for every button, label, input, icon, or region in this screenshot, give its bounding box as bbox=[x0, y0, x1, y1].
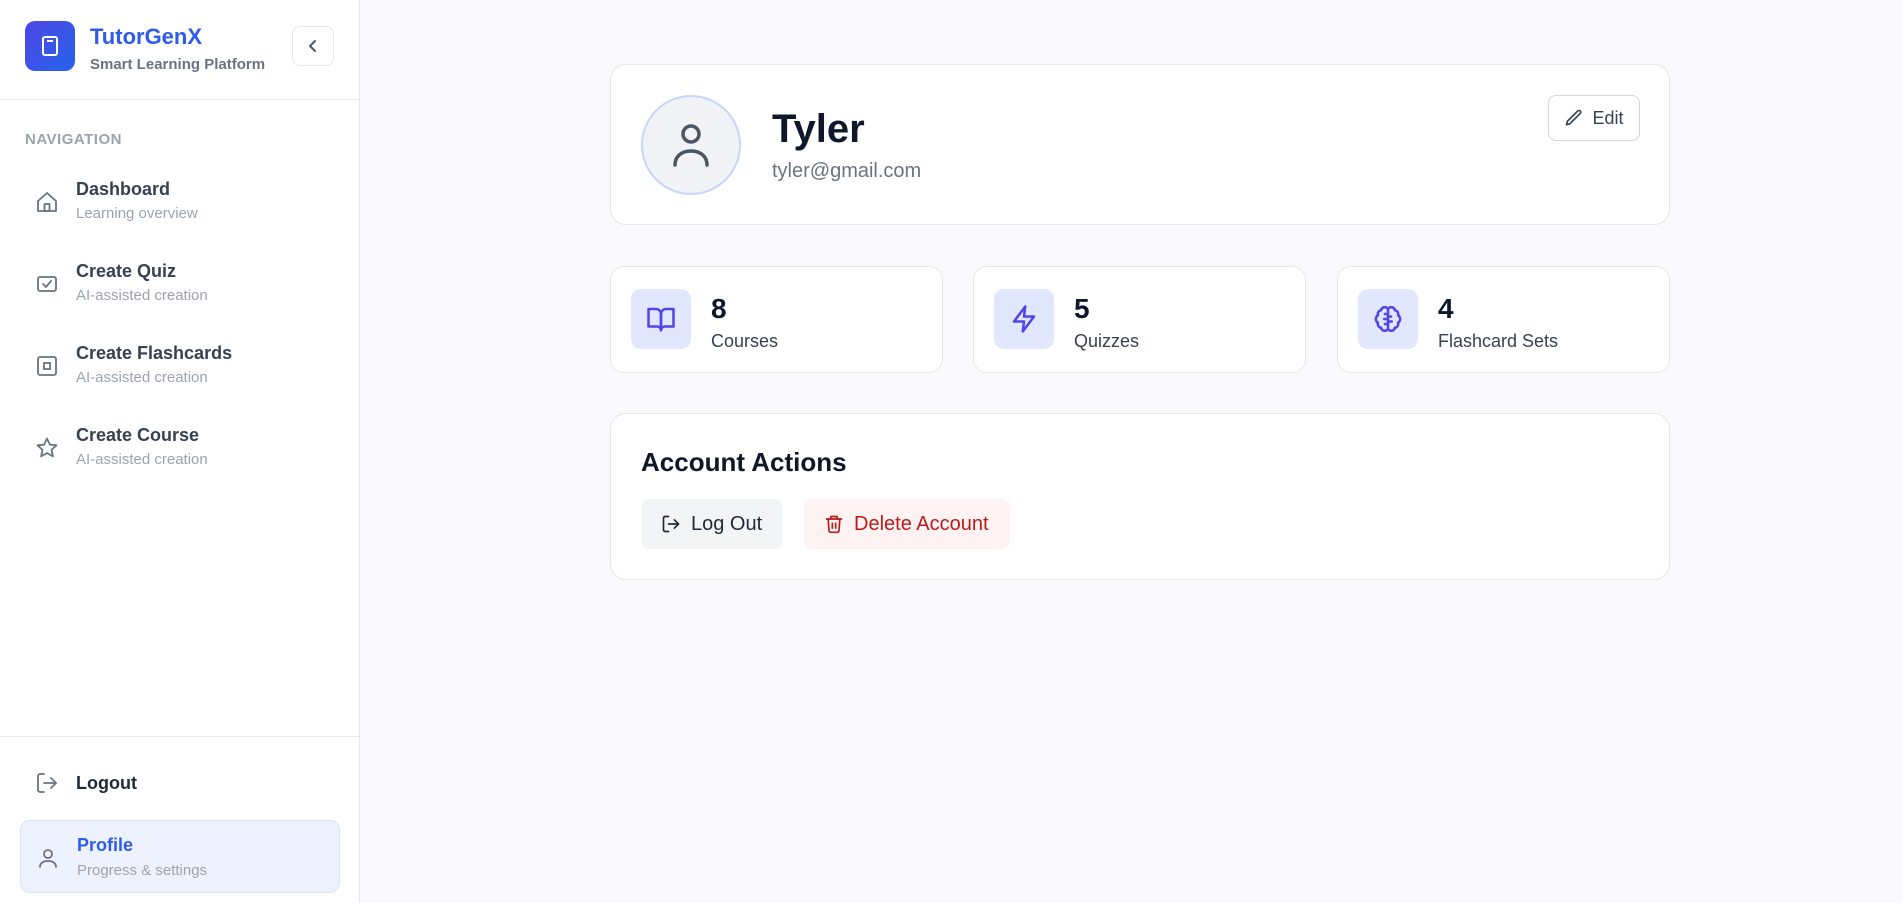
book-icon bbox=[631, 289, 691, 349]
user-icon bbox=[673, 124, 709, 167]
home-icon bbox=[34, 189, 60, 215]
brand-header: TutorGenX Smart Learning Platform bbox=[0, 0, 359, 100]
sidebar-item-create-flashcards[interactable]: Create Flashcards AI-assisted creation bbox=[20, 331, 340, 401]
log-out-label: Log Out bbox=[691, 512, 763, 535]
user-email: tyler@gmail.com bbox=[772, 160, 922, 182]
sidebar-item-label: Create Course bbox=[76, 425, 200, 445]
sidebar-item-label: Dashboard bbox=[76, 179, 171, 199]
sidebar-item-profile[interactable]: Profile Progress & settings bbox=[20, 820, 340, 893]
stat-label: Courses bbox=[711, 331, 779, 351]
sidebar-item-label: Profile bbox=[77, 835, 134, 855]
collapse-sidebar-button[interactable] bbox=[292, 26, 334, 66]
user-name: Tyler bbox=[772, 107, 865, 151]
avatar bbox=[641, 95, 741, 195]
lightning-icon bbox=[994, 289, 1054, 349]
delete-account-button[interactable]: Delete Account bbox=[804, 499, 1010, 549]
logout-icon bbox=[662, 515, 680, 533]
sidebar-divider bbox=[0, 736, 360, 737]
sidebar-item-sub: Progress & settings bbox=[77, 862, 208, 879]
sidebar-item-create-course[interactable]: Create Course AI-assisted creation bbox=[20, 413, 340, 483]
sidebar-item-logout[interactable]: Logout bbox=[20, 762, 340, 804]
brand-name: TutorGenX bbox=[90, 24, 203, 49]
profile-card: Tyler tyler@gmail.com Edit bbox=[610, 64, 1670, 225]
nav-heading: NAVIGATION bbox=[25, 131, 122, 148]
stat-label: Flashcard Sets bbox=[1438, 331, 1559, 351]
sidebar: TutorGenX Smart Learning Platform NAVIGA… bbox=[0, 0, 360, 903]
star-icon bbox=[34, 435, 60, 461]
brand-subtitle: Smart Learning Platform bbox=[90, 56, 266, 73]
sidebar-item-sub: Learning overview bbox=[76, 205, 198, 222]
square-icon bbox=[34, 353, 60, 379]
trash-icon bbox=[825, 515, 843, 534]
sidebar-item-label: Create Quiz bbox=[76, 261, 177, 281]
delete-account-label: Delete Account bbox=[854, 512, 989, 535]
sidebar-item-sub: AI-assisted creation bbox=[76, 451, 208, 468]
brain-icon bbox=[1358, 289, 1418, 349]
sidebar-item-sub: AI-assisted creation bbox=[76, 287, 208, 304]
notebook-icon bbox=[42, 36, 58, 56]
pencil-icon bbox=[1566, 109, 1583, 126]
stat-value: 5 bbox=[1074, 293, 1090, 324]
account-actions-title: Account Actions bbox=[641, 447, 847, 477]
chevron-left-icon bbox=[309, 40, 316, 52]
sidebar-item-sub: AI-assisted creation bbox=[76, 369, 208, 386]
sidebar-item-label: Logout bbox=[76, 773, 137, 793]
account-actions-card: Account Actions Log Out Delete Account bbox=[610, 413, 1670, 580]
sidebar-item-dashboard[interactable]: Dashboard Learning overview bbox=[20, 167, 340, 237]
edit-label: Edit bbox=[1592, 107, 1624, 128]
sidebar-item-label: Create Flashcards bbox=[76, 343, 233, 363]
stat-label: Quizzes bbox=[1074, 331, 1140, 351]
stat-value: 8 bbox=[711, 293, 727, 324]
stat-card-quizzes: 5 Quizzes bbox=[973, 266, 1306, 373]
stat-card-flashcard-sets: 4 Flashcard Sets bbox=[1337, 266, 1670, 373]
stat-card-courses: 8 Courses bbox=[610, 266, 943, 373]
user-icon bbox=[35, 845, 61, 871]
checkbox-icon bbox=[34, 271, 60, 297]
sidebar-item-create-quiz[interactable]: Create Quiz AI-assisted creation bbox=[20, 249, 340, 319]
edit-profile-button[interactable]: Edit bbox=[1548, 95, 1640, 141]
stat-value: 4 bbox=[1438, 293, 1454, 324]
log-out-button[interactable]: Log Out bbox=[641, 499, 783, 549]
brand-logo[interactable] bbox=[25, 21, 75, 71]
logout-icon bbox=[34, 770, 60, 796]
